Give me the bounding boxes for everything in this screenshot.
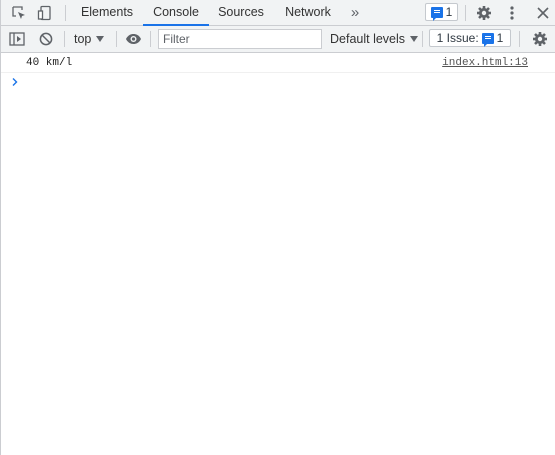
device-toolbar-icon[interactable] xyxy=(36,4,54,22)
console-message-text: 40 km/l xyxy=(26,57,73,69)
prompt-chevron-icon[interactable] xyxy=(11,76,19,86)
filter-input[interactable] xyxy=(158,29,322,49)
clear-console-icon[interactable] xyxy=(37,30,55,48)
tab-network[interactable]: Network xyxy=(277,0,339,25)
chevron-down-icon xyxy=(410,36,419,42)
more-options-icon[interactable] xyxy=(503,4,521,22)
more-tabs-icon[interactable]: » xyxy=(346,3,364,21)
sidebar-toggle-icon[interactable] xyxy=(8,30,26,48)
context-label: top xyxy=(74,32,92,46)
log-levels-dropdown[interactable]: Default levels xyxy=(330,30,419,48)
toolbar-separator xyxy=(519,31,520,47)
message-icon xyxy=(430,6,443,21)
toolbar-separator xyxy=(422,31,423,47)
tab-elements[interactable]: Elements xyxy=(76,0,138,25)
issues-button[interactable]: 1 Issue: 1 xyxy=(429,29,511,47)
context-selector[interactable]: top xyxy=(74,30,105,48)
toolbar-separator xyxy=(116,31,117,47)
tab-sources[interactable]: Sources xyxy=(213,0,269,25)
levels-label: Default levels xyxy=(330,32,406,46)
console-toolbar: top Default levels 1 Issue: 1 xyxy=(1,26,555,53)
close-icon[interactable] xyxy=(534,4,552,22)
devtools-tabbar: Elements Console Sources Network » 1 xyxy=(1,0,555,26)
message-icon xyxy=(481,32,494,47)
chevron-down-icon xyxy=(96,36,105,42)
settings-icon[interactable] xyxy=(475,4,493,22)
eye-icon[interactable] xyxy=(124,30,142,48)
tab-console[interactable]: Console xyxy=(143,0,209,26)
issues-count: 1 xyxy=(445,5,453,19)
toolbar-separator xyxy=(64,31,65,47)
tabbar-separator xyxy=(65,5,66,21)
console-message-source-link[interactable]: index.html:13 xyxy=(442,57,528,69)
issues-label: 1 Issue: xyxy=(436,31,479,45)
issues-counter-button[interactable]: 1 xyxy=(425,3,458,21)
toolbar-separator xyxy=(150,31,151,47)
console-settings-icon[interactable] xyxy=(531,30,549,48)
inspect-element-icon[interactable] xyxy=(10,4,28,22)
console-message: 40 km/l index.html:13 xyxy=(1,53,555,73)
tabbar-separator-right xyxy=(465,5,466,21)
issues-count: 1 xyxy=(496,31,504,45)
